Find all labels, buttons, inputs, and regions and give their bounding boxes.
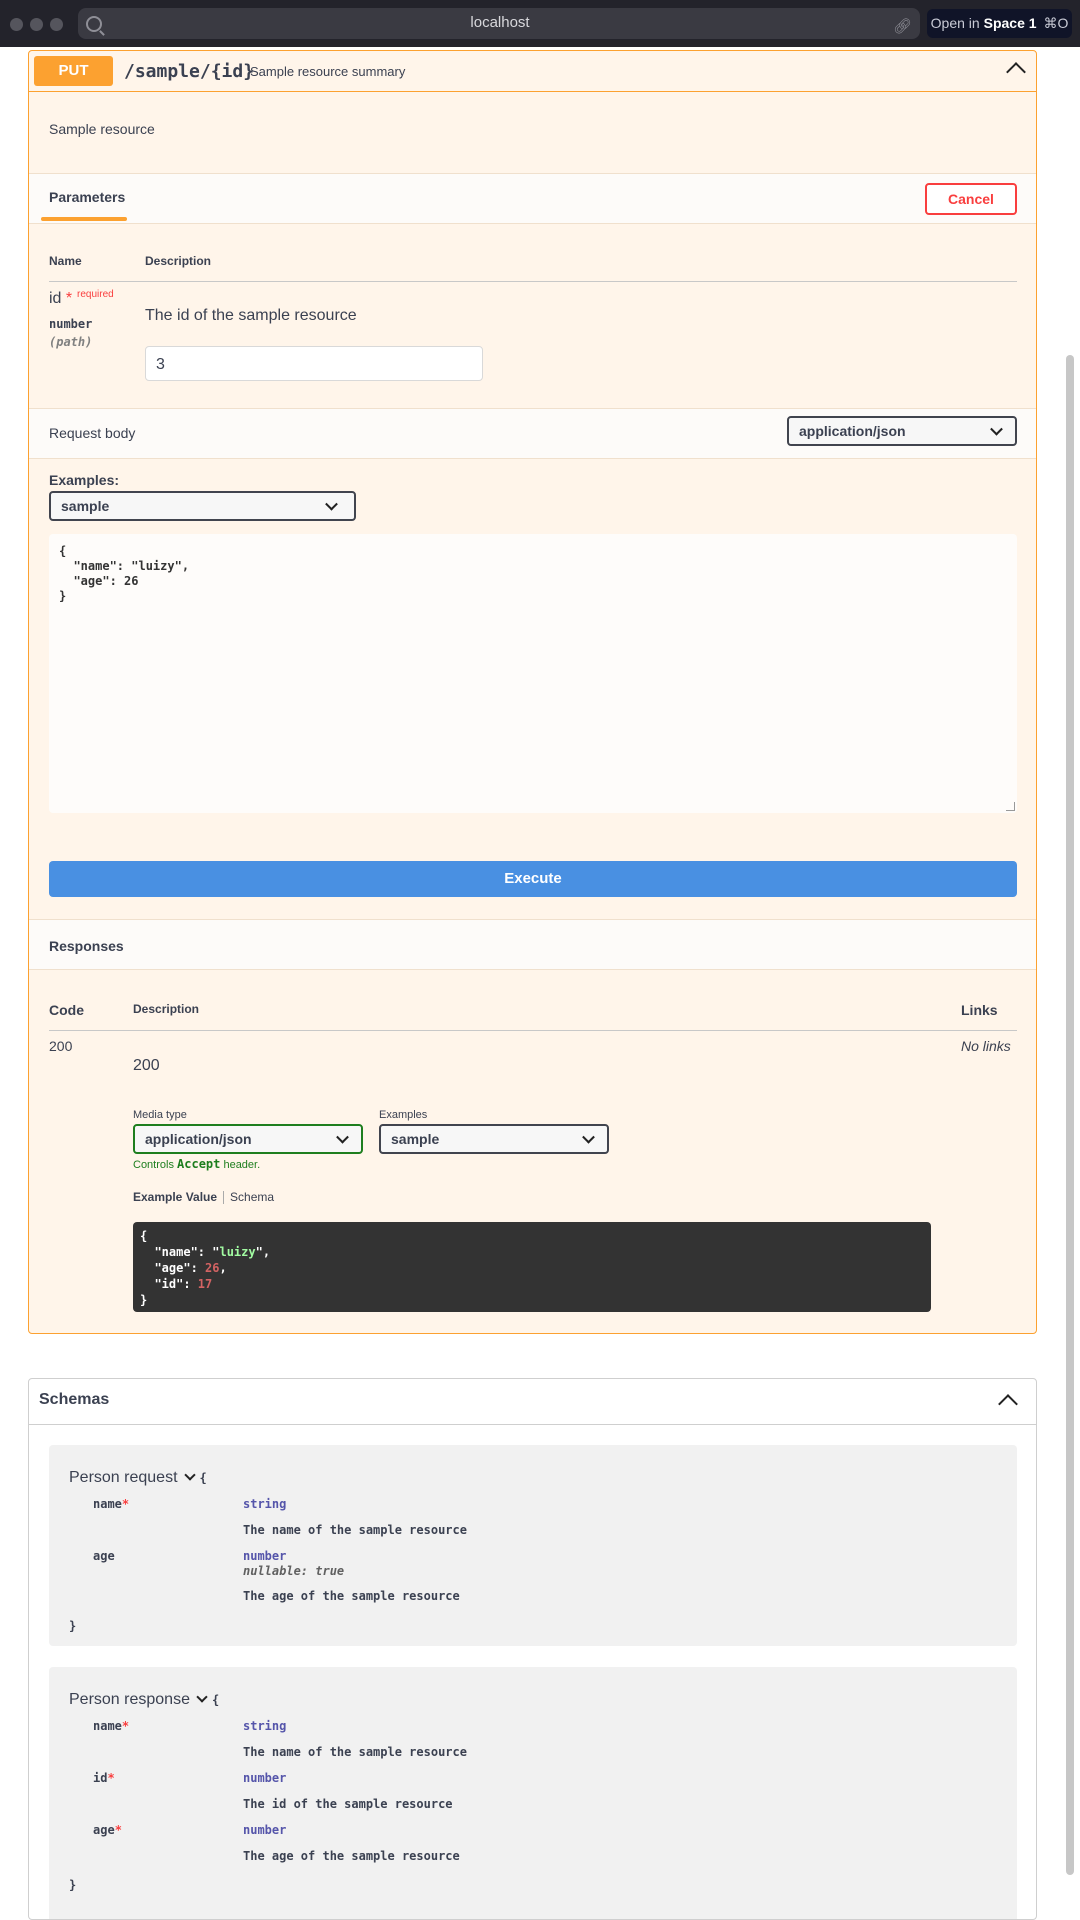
request-body-label: Request body bbox=[49, 425, 136, 441]
responses-label: Responses bbox=[49, 938, 124, 954]
property-description: The age of the sample resource bbox=[243, 1589, 460, 1603]
chevron-down-icon bbox=[990, 422, 1003, 436]
divider bbox=[49, 281, 1017, 282]
example-id-value: 17 bbox=[197, 1277, 213, 1291]
controls-accept-note: Controls Accept header. bbox=[133, 1157, 261, 1171]
property-description: The id of the sample resource bbox=[243, 1797, 453, 1811]
response-examples-select[interactable]: sample bbox=[379, 1124, 609, 1154]
content-type-select[interactable]: application/json bbox=[787, 416, 1017, 446]
example-tabs: Example Value Schema bbox=[133, 1190, 274, 1205]
schemas-title[interactable]: Schemas bbox=[39, 1391, 109, 1409]
property-name: id* bbox=[93, 1771, 115, 1785]
link-icon[interactable]: 🔗︎ bbox=[893, 17, 912, 35]
model-person-request: Person request{ name* string The name of… bbox=[49, 1445, 1017, 1646]
close-brace: } bbox=[69, 1878, 77, 1892]
request-body-text: { "name": "luizy", "age": 26 } bbox=[59, 544, 190, 603]
model-person-response: Person response{ name* string The name o… bbox=[49, 1667, 1017, 1919]
chevron-down-icon bbox=[336, 1130, 349, 1144]
operation-description: Sample resource bbox=[49, 121, 155, 137]
property-type: string bbox=[243, 1719, 287, 1733]
chevron-down-icon bbox=[183, 1469, 196, 1481]
response-examples-value: sample bbox=[391, 1131, 440, 1147]
model-title[interactable]: Person response{ bbox=[69, 1691, 219, 1709]
property-nullable: nullable: true bbox=[243, 1564, 345, 1578]
property-type: number bbox=[243, 1771, 287, 1785]
property-description: The name of the sample resource bbox=[243, 1523, 467, 1537]
request-body-header: Request body application/json bbox=[29, 408, 1036, 459]
parameters-header: Parameters Cancel bbox=[29, 173, 1036, 224]
media-type-value: application/json bbox=[145, 1131, 252, 1147]
property-name: age bbox=[93, 1549, 115, 1563]
space-name: Space 1 bbox=[983, 15, 1037, 31]
media-type-select[interactable]: application/json bbox=[133, 1124, 363, 1154]
property-name: name* bbox=[93, 1719, 130, 1733]
property-type: string bbox=[243, 1497, 287, 1511]
address-text: localhost bbox=[470, 14, 530, 31]
open-in-label: Open in bbox=[930, 15, 980, 31]
media-type-label: Media type bbox=[133, 1109, 187, 1121]
property-type: number bbox=[243, 1823, 287, 1837]
execute-button[interactable]: Execute bbox=[49, 861, 1017, 897]
column-header-description: Description bbox=[145, 254, 212, 268]
content-type-value: application/json bbox=[799, 423, 906, 439]
example-age-value: 26 bbox=[205, 1261, 220, 1275]
operation-path: /sample/{id} bbox=[124, 61, 255, 82]
schemas-section: Schemas Person request{ name* string The… bbox=[28, 1378, 1037, 1920]
responses-header: Responses bbox=[29, 919, 1036, 970]
tab-parameters[interactable]: Parameters bbox=[49, 189, 125, 205]
column-header-name: Name bbox=[49, 254, 82, 268]
operation-block: PUT /sample/{id} Sample resource summary… bbox=[28, 50, 1037, 1334]
model-title[interactable]: Person request{ bbox=[69, 1469, 207, 1487]
method-badge: PUT bbox=[34, 56, 113, 86]
property-type: number bbox=[243, 1549, 287, 1563]
divider bbox=[29, 91, 1036, 92]
request-body-editor[interactable]: { "name": "luizy", "age": 26 } bbox=[49, 534, 1017, 813]
required-label: required bbox=[77, 289, 114, 300]
response-links: No links bbox=[961, 1038, 1011, 1054]
column-header-links: Links bbox=[961, 1002, 998, 1018]
property-description: The name of the sample resource bbox=[243, 1745, 467, 1759]
close-brace: } bbox=[69, 1619, 77, 1633]
chevron-down-icon bbox=[582, 1130, 595, 1144]
param-description: The id of the sample resource bbox=[145, 307, 357, 324]
id-input[interactable]: 3 bbox=[145, 346, 483, 381]
property-description: The age of the sample resource bbox=[243, 1849, 460, 1863]
divider bbox=[223, 1191, 225, 1205]
property-name: age* bbox=[93, 1823, 122, 1837]
tab-schema[interactable]: Schema bbox=[230, 1190, 274, 1204]
param-type: number bbox=[49, 317, 93, 331]
response-example-code: { "name": "luizy", "age": 26, "id": 17 } bbox=[133, 1222, 931, 1312]
examples-select-value: sample bbox=[61, 498, 110, 514]
open-in-space-button[interactable]: Open in Space 1 ⌘O bbox=[927, 9, 1072, 38]
browser-toolbar: localhost 🔗︎ Open in Space 1 ⌘O bbox=[0, 0, 1080, 47]
response-code: 200 bbox=[49, 1038, 73, 1054]
examples-select[interactable]: sample bbox=[49, 491, 356, 521]
divider bbox=[49, 1030, 1017, 1031]
tab-example-value[interactable]: Example Value bbox=[133, 1190, 217, 1204]
shortcut-label: ⌘O bbox=[1043, 15, 1069, 31]
response-description: 200 bbox=[133, 1057, 160, 1074]
param-location: (path) bbox=[49, 335, 93, 349]
chevron-up-icon[interactable] bbox=[1006, 62, 1026, 82]
tab-active-indicator bbox=[41, 217, 127, 221]
param-name: id * bbox=[49, 290, 73, 307]
property-name: name* bbox=[93, 1497, 130, 1511]
scrollbar[interactable] bbox=[1066, 355, 1074, 1875]
example-name-value: luizy bbox=[219, 1245, 256, 1259]
response-examples-label: Examples bbox=[379, 1109, 428, 1121]
chevron-up-icon[interactable] bbox=[998, 1394, 1018, 1414]
chevron-down-icon bbox=[325, 497, 338, 511]
column-header-description: Description bbox=[133, 1002, 200, 1016]
divider bbox=[29, 1424, 1036, 1425]
column-header-code: Code bbox=[49, 1002, 84, 1018]
operation-summary: Sample resource summary bbox=[250, 64, 406, 79]
operation-summary-bar[interactable]: PUT /sample/{id} Sample resource summary bbox=[29, 51, 1036, 91]
cancel-button[interactable]: Cancel bbox=[925, 183, 1017, 215]
examples-label: Examples: bbox=[49, 472, 120, 488]
resize-handle[interactable] bbox=[1006, 802, 1015, 811]
chevron-down-icon bbox=[196, 1691, 208, 1703]
